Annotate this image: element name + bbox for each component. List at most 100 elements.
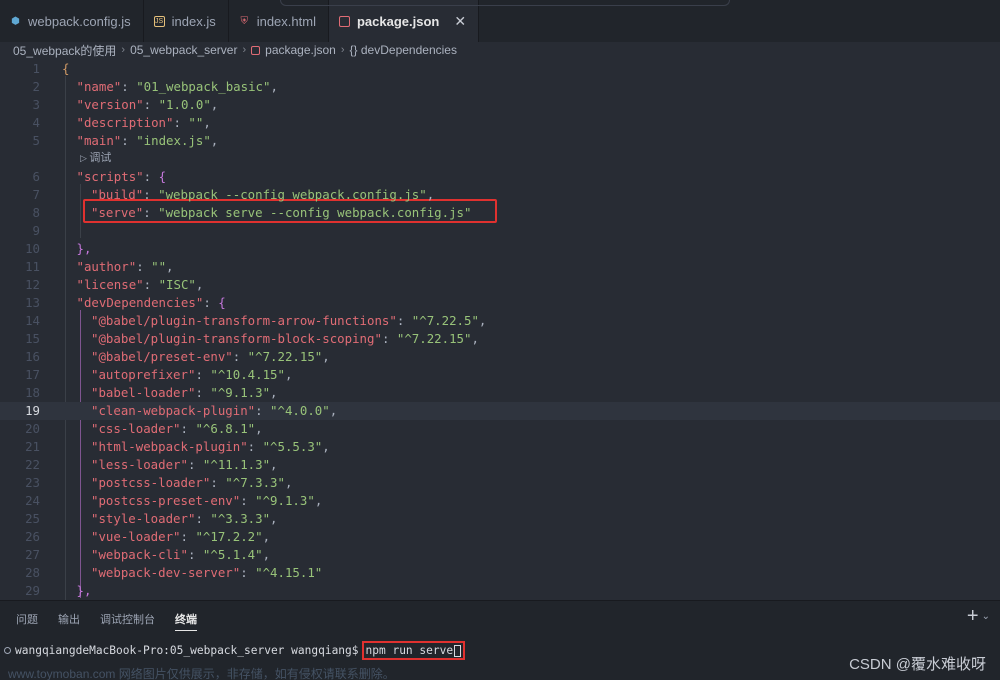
- debug-code-lens[interactable]: ▷ 调试: [80, 149, 111, 165]
- tab-package-json[interactable]: package.json ✕: [328, 0, 480, 42]
- line-number: 11: [25, 259, 40, 274]
- terminal-line[interactable]: wangqiangdeMacBook-Pro:05_webpack_server…: [4, 641, 466, 660]
- json-key: "description": [76, 115, 174, 130]
- colon: :: [143, 205, 159, 220]
- json-value: "01_webpack_basic": [136, 79, 271, 94]
- json-key: "name": [76, 79, 122, 94]
- code-line[interactable]: 2 "name": "01_webpack_basic",: [0, 78, 1000, 96]
- breadcrumb-item[interactable]: 05_webpack的使用: [13, 42, 116, 59]
- code-line[interactable]: 8 "serve": "webpack serve --config webpac…: [0, 204, 1000, 222]
- tab-index-html[interactable]: ⛨ index.html: [228, 0, 329, 42]
- colon: :: [381, 331, 397, 346]
- code-line[interactable]: 26 "vue-loader": "^17.2.2",: [0, 528, 1000, 546]
- code-text: "babel-loader": "^9.1.3",: [91, 384, 278, 402]
- code-line[interactable]: 28 "webpack-dev-server": "^4.15.1": [0, 564, 1000, 582]
- code-line[interactable]: 9: [0, 222, 1000, 240]
- line-number: 20: [25, 421, 40, 436]
- json-value: "^3.3.3": [210, 511, 271, 526]
- code-line[interactable]: 13 "devDependencies": {: [0, 294, 1000, 312]
- code-line[interactable]: 27 "webpack-cli": "^5.1.4",: [0, 546, 1000, 564]
- code-text: "scripts": {: [77, 168, 167, 186]
- tab-webpack-config[interactable]: ⬢ webpack.config.js: [0, 0, 144, 42]
- line-number: 18: [25, 385, 40, 400]
- code-line[interactable]: 3 "version": "1.0.0",: [0, 96, 1000, 114]
- brace: },: [76, 583, 92, 598]
- code-line[interactable]: 16 "@babel/preset-env": "^7.22.15",: [0, 348, 1000, 366]
- brace: },: [76, 241, 92, 256]
- code-line[interactable]: 22 "less-loader": "^11.1.3",: [0, 456, 1000, 474]
- code-line[interactable]: 7 "build": "webpack --config webpack.conf…: [0, 186, 1000, 204]
- code-line[interactable]: 17 "autoprefixer": "^10.4.15",: [0, 366, 1000, 384]
- comma: ,: [210, 133, 219, 148]
- code-editor[interactable]: ▷ 调试 1{2 "name": "01_webpack_basic", 3 "ver…: [0, 58, 1000, 600]
- line-number: 28: [25, 565, 40, 580]
- json-value: "^4.15.1": [255, 565, 323, 580]
- tab-terminal[interactable]: 终端: [175, 611, 197, 631]
- code-line[interactable]: 23 "postcss-loader": "^7.3.3",: [0, 474, 1000, 492]
- breadcrumb: 05_webpack的使用 › 05_webpack_server › pack…: [0, 42, 1000, 58]
- json-key: "css-loader": [91, 421, 181, 436]
- json-key: "build": [91, 187, 144, 202]
- code-line[interactable]: 21 "html-webpack-plugin": "^5.5.3",: [0, 438, 1000, 456]
- line-number: 9: [32, 223, 40, 238]
- json-value: "^11.1.3": [202, 457, 271, 472]
- code-line[interactable]: 18 "babel-loader": "^9.1.3",: [0, 384, 1000, 402]
- json-key: "@babel/preset-env": [91, 349, 233, 364]
- comma: ,: [284, 367, 293, 382]
- code-line[interactable]: 1{: [0, 60, 1000, 78]
- tab-problems[interactable]: 问题: [16, 611, 38, 631]
- terminal-cursor: [454, 644, 462, 657]
- code-line[interactable]: 19 "clean-webpack-plugin": "^4.0.0",: [0, 402, 1000, 420]
- code-text: "autoprefixer": "^10.4.15",: [91, 366, 292, 384]
- line-number: 12: [25, 277, 40, 292]
- breadcrumb-item[interactable]: {} devDependencies: [350, 43, 457, 57]
- code-text: "@babel/plugin-transform-block-scoping":…: [91, 330, 479, 348]
- code-line[interactable]: 25 "style-loader": "^3.3.3",: [0, 510, 1000, 528]
- code-text: "@babel/plugin-transform-arrow-functions…: [91, 312, 486, 330]
- colon: :: [187, 457, 203, 472]
- code-line[interactable]: 6 "scripts": {: [0, 168, 1000, 186]
- colon: :: [187, 547, 203, 562]
- code-line[interactable]: 24 "postcss-preset-env": "^9.1.3",: [0, 492, 1000, 510]
- json-key: "webpack-dev-server": [91, 565, 241, 580]
- panel-tabs: 问题 输出 调试控制台 终端: [16, 611, 197, 631]
- tab-debug-console[interactable]: 调试控制台: [100, 611, 155, 631]
- chevron-right-icon: ›: [340, 44, 345, 56]
- code-text: "style-loader": "^3.3.3",: [91, 510, 278, 528]
- code-text: "serve": "webpack serve --config webpack…: [91, 204, 471, 222]
- code-line[interactable]: 12 "license": "ISC",: [0, 276, 1000, 294]
- json-value: "^7.22.5": [411, 313, 479, 328]
- code-line[interactable]: 14 "@babel/plugin-transform-arrow-functio…: [0, 312, 1000, 330]
- json-key: "devDependencies": [76, 295, 204, 310]
- colon: :: [203, 295, 219, 310]
- json-value: "^7.22.15": [396, 331, 472, 346]
- code-line[interactable]: 5 "main": "index.js",: [0, 132, 1000, 150]
- breadcrumb-item[interactable]: package.json: [265, 43, 336, 57]
- brace: {: [218, 295, 226, 310]
- line-number: 15: [25, 331, 40, 346]
- code-line[interactable]: 15 "@babel/plugin-transform-block-scoping…: [0, 330, 1000, 348]
- line-number: 14: [25, 313, 40, 328]
- tab-index-js[interactable]: JS index.js: [143, 0, 229, 42]
- json-key: "@babel/plugin-transform-block-scoping": [91, 331, 382, 346]
- code-line[interactable]: 20 "css-loader": "^6.8.1",: [0, 420, 1000, 438]
- tab-output[interactable]: 输出: [58, 611, 80, 631]
- close-icon[interactable]: ✕: [454, 13, 466, 30]
- plus-icon: +: [966, 605, 979, 627]
- code-line[interactable]: 11 "author": "",: [0, 258, 1000, 276]
- new-terminal-button[interactable]: + ⌄: [967, 605, 990, 628]
- code-line[interactable]: 29},: [0, 582, 1000, 600]
- line-number: 2: [32, 79, 40, 94]
- json-value: "^5.1.4": [202, 547, 263, 562]
- breadcrumb-item[interactable]: 05_webpack_server: [130, 43, 237, 57]
- json-key: "postcss-preset-env": [91, 493, 241, 508]
- brace: {: [62, 61, 70, 76]
- comma: ,: [166, 259, 174, 274]
- code-line[interactable]: 10},: [0, 240, 1000, 258]
- webpack-icon: ⬢: [11, 15, 20, 27]
- line-number: 17: [25, 367, 40, 382]
- line-number: 19: [25, 403, 40, 418]
- code-line[interactable]: 4 "description": "",: [0, 114, 1000, 132]
- code-text: },: [77, 240, 92, 258]
- comma: ,: [210, 97, 219, 112]
